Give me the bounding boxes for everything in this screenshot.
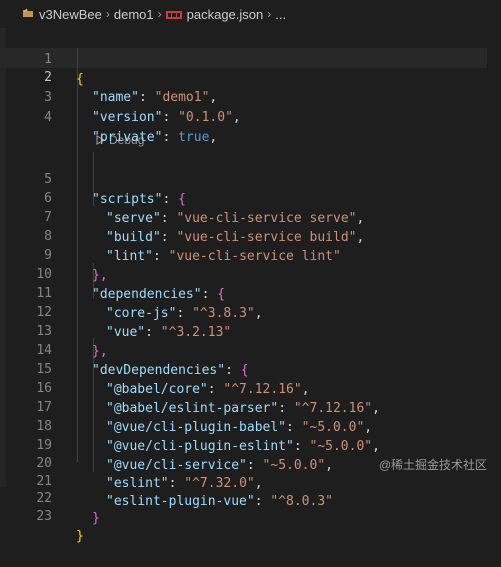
code-line: 8 "lint": "vue-cli-service lint" bbox=[0, 207, 501, 264]
code-line: 20 "eslint": "^7.32.0", bbox=[0, 434, 501, 491]
breadcrumb-label: v3NewBee bbox=[39, 6, 102, 22]
code-line: 5 "scripts": { bbox=[0, 150, 501, 207]
code-text: "version": "0.1.0", bbox=[92, 110, 241, 125]
folder-icon bbox=[22, 7, 34, 22]
line-number: 4 bbox=[44, 110, 52, 125]
breadcrumb-label: package.json bbox=[186, 6, 264, 22]
code-line: 2 "name": "demo1", bbox=[0, 48, 501, 105]
code-line: 12 "vue": "^3.2.13" bbox=[0, 283, 501, 340]
code-line: 3 "version": "0.1.0", bbox=[0, 68, 501, 125]
code-line: 11 "core-js": "^3.8.3", bbox=[0, 264, 501, 321]
code-line: 17 "@vue/cli-plugin-babel": "~5.0.0", bbox=[0, 378, 501, 435]
code-text: "private": true, bbox=[92, 130, 218, 145]
breadcrumb-item-folder-v3newbee[interactable]: v3NewBee bbox=[22, 7, 102, 22]
line-number: 23 bbox=[36, 509, 52, 524]
code-line: 1 { bbox=[0, 30, 501, 87]
breadcrumb-item-folder-demo1[interactable]: demo1 bbox=[114, 7, 154, 22]
chevron-right-icon: › bbox=[105, 7, 110, 21]
code-line: 10 "dependencies": { bbox=[0, 245, 501, 302]
code-line: 23 } bbox=[0, 487, 501, 544]
code-line: 15 "@babel/core": "^7.12.16", bbox=[0, 340, 501, 397]
code-text: } bbox=[92, 511, 100, 526]
breadcrumb-label: ... bbox=[275, 6, 287, 22]
chevron-right-icon: › bbox=[267, 7, 272, 21]
code-line: 16 "@babel/eslint-parser": "^7.12.16", bbox=[0, 359, 501, 416]
code-line: 14 "devDependencies": { bbox=[0, 321, 501, 378]
code-text: } bbox=[76, 529, 84, 544]
breadcrumb-item-file-package-json[interactable]: package.json bbox=[165, 6, 264, 22]
vertical-scrollbar[interactable] bbox=[487, 28, 501, 487]
npm-file-icon bbox=[165, 7, 182, 22]
watermark: @稀土掘金技术社区 bbox=[378, 458, 487, 472]
code-editor[interactable]: Debug 1 { 2 "name": "demo1", 3 "version"… bbox=[0, 28, 501, 544]
code-line: 13 }, bbox=[0, 302, 501, 359]
code-line: 4 "private": true, bbox=[0, 88, 501, 145]
breadcrumb: v3NewBee › demo1 › package.json › ... bbox=[0, 0, 501, 28]
code-line: 7 "build": "vue-cli-service build", bbox=[0, 188, 501, 245]
breadcrumb-label: demo1 bbox=[113, 6, 154, 22]
code-line: 6 "serve": "vue-cli-service serve", bbox=[0, 169, 501, 226]
chevron-right-icon: › bbox=[157, 7, 162, 21]
code-line: 19 "@vue/cli-service": "~5.0.0", bbox=[0, 416, 501, 473]
code-line: 9 }, bbox=[0, 226, 501, 283]
code-line: 18 "@vue/cli-plugin-eslint": "~5.0.0", bbox=[0, 397, 501, 454]
breadcrumb-item-symbols[interactable]: ... bbox=[275, 7, 286, 22]
